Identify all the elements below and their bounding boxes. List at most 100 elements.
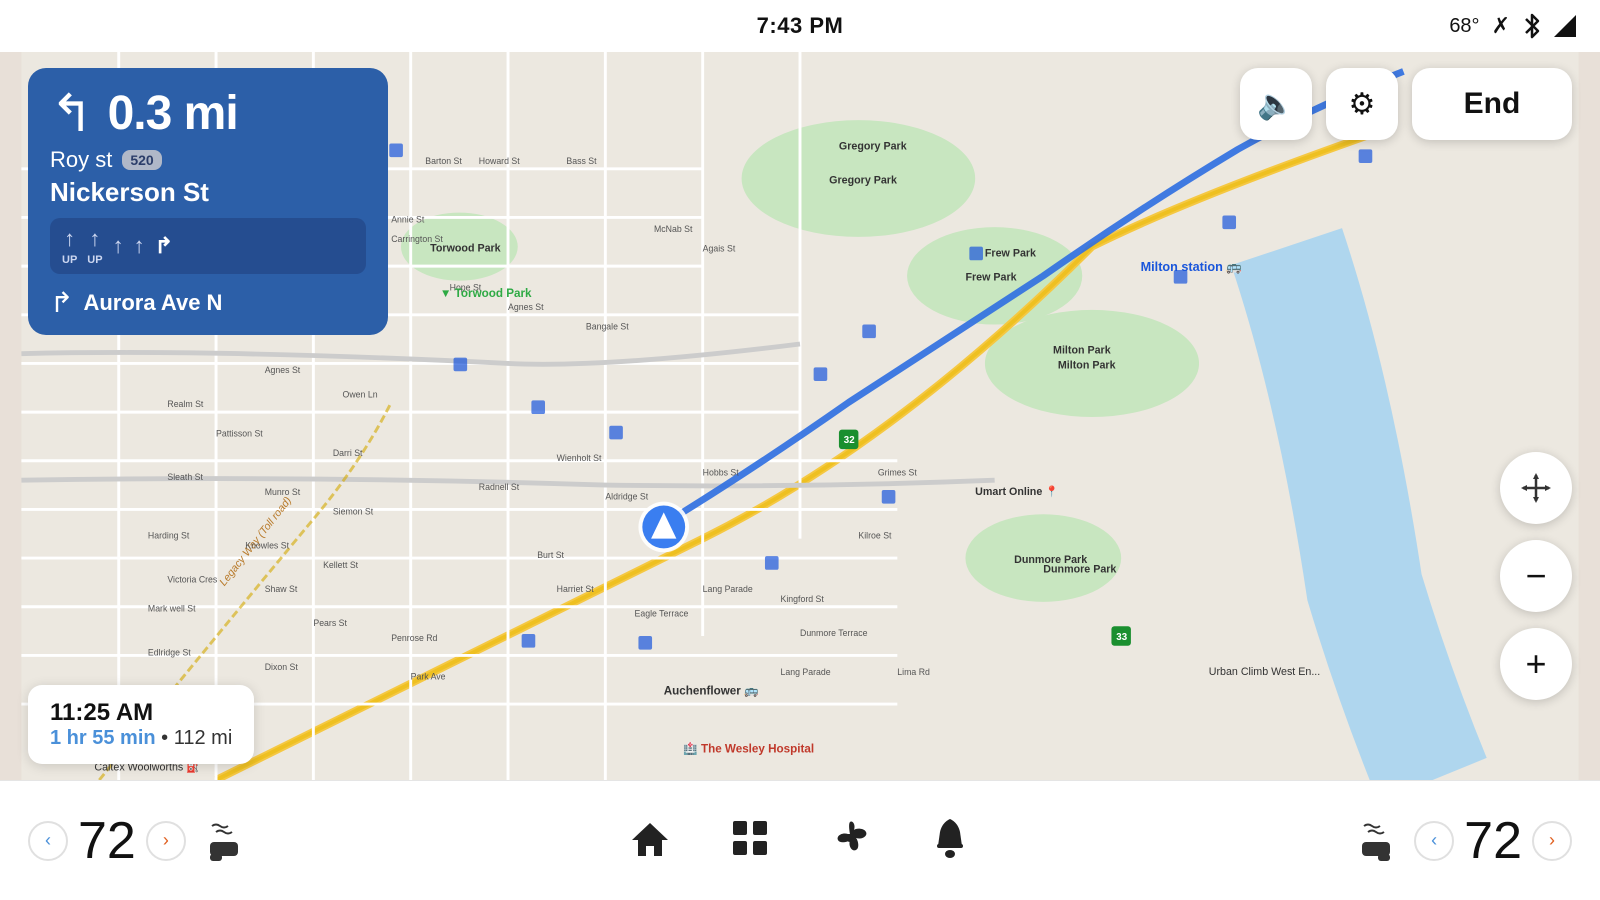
right-temp-display: 72 <box>1464 811 1522 871</box>
seat-heat-right-icon <box>1358 820 1394 862</box>
svg-text:Pattisson St: Pattisson St <box>216 428 263 438</box>
svg-text:Pears St: Pears St <box>313 618 347 628</box>
svg-text:Eagle Terrace: Eagle Terrace <box>635 608 689 618</box>
left-decrease-icon: ‹ <box>45 830 51 851</box>
end-navigation-button[interactable]: End <box>1412 68 1572 140</box>
svg-text:Aldridge St: Aldridge St <box>605 492 648 502</box>
distance-display: 0.3 mi <box>108 86 238 141</box>
svg-text:Lang Parade: Lang Parade <box>781 667 831 677</box>
bottom-bar: ‹ 72 › <box>0 780 1600 900</box>
zoom-out-icon: − <box>1525 555 1546 597</box>
svg-text:Auchenflower 🚌: Auchenflower 🚌 <box>664 684 759 697</box>
svg-text:Urban Climb West En...: Urban Climb West En... <box>1209 666 1320 678</box>
svg-text:Bass St: Bass St <box>566 156 597 166</box>
svg-text:Umart Online 📍: Umart Online 📍 <box>975 485 1058 498</box>
right-decrease-icon: ‹ <box>1431 830 1437 851</box>
zoom-in-icon: + <box>1525 643 1546 685</box>
right-climate-section: ‹ 72 › <box>1358 811 1572 871</box>
fan-button[interactable] <box>830 818 870 863</box>
end-label: End <box>1464 87 1521 121</box>
svg-text:Harriet St: Harriet St <box>557 584 595 594</box>
bluetooth-icon: ✗ <box>1492 13 1510 39</box>
grid-button[interactable] <box>730 818 770 863</box>
right-increase-icon: › <box>1549 830 1555 851</box>
svg-text:Gregory Park: Gregory Park <box>839 140 907 152</box>
svg-text:Radnell St: Radnell St <box>479 482 520 492</box>
map-controls: − + <box>1500 452 1572 700</box>
svg-text:Knowles St: Knowles St <box>245 540 289 550</box>
svg-text:Siemon St: Siemon St <box>333 506 374 516</box>
bottom-nav-icons <box>630 816 970 865</box>
left-temp-display: 72 <box>78 811 136 871</box>
left-climate-section: ‹ 72 › <box>28 811 242 871</box>
lane-1: ↑ UP <box>62 226 77 266</box>
left-temp-increase-button[interactable]: › <box>146 821 186 861</box>
clock-display: 7:43 PM <box>757 13 844 39</box>
lanes-indicator: ↑ UP ↑ UP ↑ ↑ ↱ <box>50 218 366 274</box>
arrival-time: 11:25 AM <box>50 699 232 727</box>
duration-text: 1 hr 55 min <box>50 727 156 749</box>
svg-text:Hobbs St: Hobbs St <box>703 467 740 477</box>
svg-text:33: 33 <box>1116 632 1127 643</box>
lane-3: ↑ <box>113 233 124 259</box>
svg-text:Wienholt St: Wienholt St <box>557 453 602 463</box>
svg-text:Dixon St: Dixon St <box>265 662 299 672</box>
left-temp-decrease-button[interactable]: ‹ <box>28 821 68 861</box>
svg-text:Munro St: Munro St <box>265 487 301 497</box>
street-name-2: Nickerson St <box>50 177 366 208</box>
svg-text:Torwood Park: Torwood Park <box>430 243 501 255</box>
home-button[interactable] <box>630 818 670 863</box>
right-seat-heat <box>1358 820 1394 862</box>
svg-text:Shaw St: Shaw St <box>265 584 298 594</box>
svg-text:Dunmore Park: Dunmore Park <box>1043 564 1116 576</box>
seat-heat-left-icon <box>206 820 242 862</box>
bell-icon <box>930 816 970 860</box>
svg-text:🏥 The Wesley Hospital: 🏥 The Wesley Hospital <box>683 742 814 756</box>
notification-button[interactable] <box>930 816 970 865</box>
svg-text:Annie St: Annie St <box>391 214 425 224</box>
svg-text:Dunmore Terrace: Dunmore Terrace <box>800 628 868 638</box>
zoom-out-button[interactable]: − <box>1500 540 1572 612</box>
move-icon <box>1519 471 1553 505</box>
svg-text:Grimes St: Grimes St <box>878 467 917 477</box>
street-name-1: Roy st <box>50 147 112 173</box>
lane-2: ↑ UP <box>87 226 102 266</box>
zoom-in-button[interactable]: + <box>1500 628 1572 700</box>
via-street-name: Aurora Ave N <box>83 290 222 316</box>
move-map-button[interactable] <box>1500 452 1572 524</box>
temperature-display: 68° <box>1449 15 1479 38</box>
svg-text:Carrington St: Carrington St <box>391 234 443 244</box>
svg-text:Sleath St: Sleath St <box>167 472 203 482</box>
grid-icon <box>730 818 770 858</box>
volume-icon: 🔈 <box>1257 87 1294 122</box>
svg-text:Penrose Rd: Penrose Rd <box>391 633 437 643</box>
distance-text: 112 mi <box>174 727 233 749</box>
svg-text:Lima Rd: Lima Rd <box>897 667 930 677</box>
svg-text:Agnes St: Agnes St <box>508 302 544 312</box>
volume-button[interactable]: 🔈 <box>1240 68 1312 140</box>
svg-text:Burt St: Burt St <box>537 550 564 560</box>
left-increase-icon: › <box>163 830 169 851</box>
via-arrow-icon: ↱ <box>50 286 73 319</box>
status-bar: 7:43 PM 68° ✗ <box>0 0 1600 52</box>
svg-text:Victoria Cres: Victoria Cres <box>167 574 218 584</box>
settings-button[interactable]: ⚙ <box>1326 68 1398 140</box>
svg-text:Bangale St: Bangale St <box>586 321 629 331</box>
lane-5: ↱ <box>155 233 173 259</box>
svg-text:Realm St: Realm St <box>167 399 204 409</box>
lane-4: ↑ <box>134 233 145 259</box>
svg-text:Harding St: Harding St <box>148 531 190 541</box>
svg-text:Frew Park: Frew Park <box>965 272 1016 284</box>
svg-text:Agais St: Agais St <box>703 244 736 254</box>
right-temp-decrease-button[interactable]: ‹ <box>1414 821 1454 861</box>
svg-text:Edlridge St: Edlridge St <box>148 647 191 657</box>
eta-card: 11:25 AM 1 hr 55 min • 112 mi <box>28 685 254 764</box>
svg-text:Kellett St: Kellett St <box>323 560 359 570</box>
svg-text:McNab St: McNab St <box>654 224 693 234</box>
svg-text:Owen Ln: Owen Ln <box>343 390 378 400</box>
right-temp-increase-button[interactable]: › <box>1532 821 1572 861</box>
eta-details: 1 hr 55 min • 112 mi <box>50 727 232 750</box>
svg-text:Kilroe St: Kilroe St <box>858 531 892 541</box>
home-icon <box>630 818 670 858</box>
fan-icon <box>830 818 870 858</box>
